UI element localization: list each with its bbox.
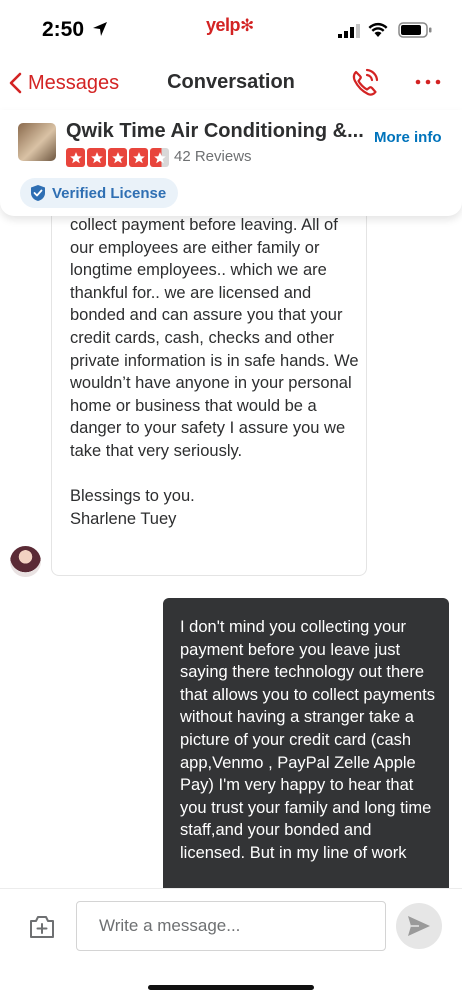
star-icon [66,148,85,167]
star-icon [87,148,106,167]
add-photo-icon[interactable] [28,914,56,940]
sender-avatar[interactable] [10,546,41,577]
star-icon [129,148,148,167]
business-header-card: Qwik Time Air Conditioning &... 42 Revie… [0,110,462,216]
yelp-logo: yelp✻ [206,15,254,36]
more-info-link[interactable]: More info [374,129,442,146]
half-star-icon [150,148,169,167]
more-dots-icon[interactable] [414,70,442,94]
wifi-icon [368,22,388,37]
review-count[interactable]: 42 Reviews [174,148,252,165]
nav-bar: Messages Conversation [0,58,462,108]
message-composer [0,888,462,1000]
phone-call-icon[interactable] [350,66,380,98]
location-arrow-icon [93,22,107,36]
star-icon [108,148,127,167]
star-rating [66,148,171,167]
send-button[interactable] [396,903,442,949]
yelp-logo-text: yelp [206,15,241,35]
battery-icon [398,22,432,38]
incoming-message-text: collect payment before leaving. All of o… [70,191,360,530]
status-time: 2:50 [42,18,85,41]
status-bar: 2:50 yelp✻ [0,0,462,58]
message-input[interactable] [76,901,386,951]
cellular-signal-icon [338,24,360,38]
business-photo[interactable] [18,123,56,161]
verified-license-badge[interactable]: Verified License [20,178,179,208]
yelp-burst-icon: ✻ [240,16,254,35]
outgoing-message-text: I don't mind you collecting your payment… [180,618,435,862]
verified-license-label: Verified License [52,184,167,202]
business-name[interactable]: Qwik Time Air Conditioning &... [66,120,366,143]
incoming-message-bubble: collect payment before leaving. All of o… [51,190,367,576]
outgoing-message-bubble: I don't mind you collecting your payment… [163,598,449,898]
send-icon [408,916,430,936]
home-indicator [148,985,314,990]
verified-shield-icon [31,185,45,201]
incoming-message-body: collect payment before leaving. All of o… [70,216,359,528]
page-title: Conversation [167,71,295,93]
